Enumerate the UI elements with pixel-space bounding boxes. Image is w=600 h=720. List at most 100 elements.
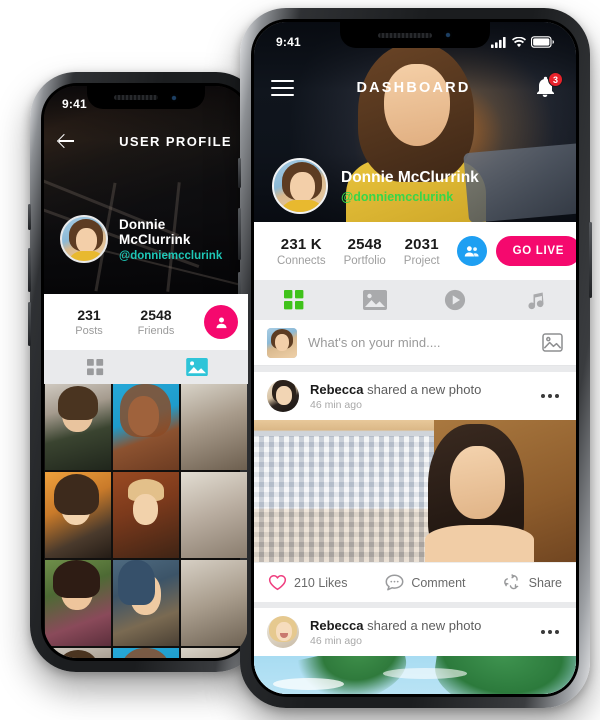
gallery-photo[interactable] <box>45 560 111 646</box>
gallery-photo[interactable] <box>181 648 247 658</box>
stat-project[interactable]: 2031 Project <box>395 236 449 267</box>
left-stat-posts[interactable]: 231 Posts <box>58 307 120 337</box>
earpiece-speaker <box>114 95 158 100</box>
people-icon <box>464 245 479 256</box>
play-icon <box>445 289 466 311</box>
left-page-title: USER PROFILE <box>119 133 232 149</box>
left-status-time: 9:41 <box>62 97 87 111</box>
gallery-photo[interactable] <box>113 472 179 558</box>
right-profile-avatar[interactable] <box>272 158 328 214</box>
post-image[interactable] <box>254 656 576 694</box>
post-author-line: Rebecca shared a new photo <box>310 618 526 633</box>
right-phone-silent-switch[interactable] <box>238 158 241 188</box>
right-nav-bar: DASHBOARD 3 <box>254 68 576 108</box>
image-attach-icon[interactable] <box>542 333 563 352</box>
hamburger-menu-icon[interactable] <box>271 76 294 101</box>
post-header: Rebecca shared a new photo 46 min ago <box>254 608 576 656</box>
post-author-avatar[interactable] <box>267 380 299 412</box>
left-profile-header: Donnie McClurrink @donniemcclurink <box>44 198 248 280</box>
stat-connects-value: 231 K <box>280 235 322 253</box>
gallery-photo[interactable] <box>181 384 247 470</box>
left-phone-notch <box>87 86 205 109</box>
left-nav-bar: USER PROFILE <box>44 124 248 158</box>
right-phone-screen: 9:41 DASHBOARD 3 Donnie McClurrink @donn… <box>254 22 576 694</box>
left-stats-bar: 231 Posts 2548 Friends <box>44 294 248 350</box>
stat-project-label: Project <box>403 254 440 267</box>
avatar-photo <box>62 217 106 261</box>
post-author-line: Rebecca shared a new photo <box>310 382 526 397</box>
left-profile-avatar[interactable] <box>60 215 108 263</box>
comment-label: Comment <box>411 575 466 590</box>
person-icon <box>216 317 226 328</box>
left-tab-photos[interactable] <box>146 358 248 376</box>
right-phone-power-button[interactable] <box>589 222 592 298</box>
stat-connects[interactable]: 231 K Connects <box>268 236 335 267</box>
stat-project-value: 2031 <box>404 235 439 253</box>
more-options-icon[interactable] <box>537 626 563 638</box>
heart-icon <box>268 574 287 591</box>
right-profile-header: Donnie McClurrink @donniemcclurink <box>254 150 576 222</box>
tab-grid[interactable] <box>254 290 335 310</box>
image-icon <box>362 290 387 310</box>
post-author-name: Rebecca <box>310 381 364 397</box>
gallery-photo[interactable] <box>45 472 111 558</box>
back-arrow-icon[interactable] <box>58 132 76 150</box>
right-phone-device: 9:41 DASHBOARD 3 Donnie McClurrink @donn… <box>238 8 592 708</box>
connections-button[interactable] <box>456 236 487 266</box>
stat-portfolio-label: Portfolio <box>343 254 386 267</box>
post-author-avatar[interactable] <box>267 616 299 648</box>
left-photo-gallery <box>44 384 248 658</box>
left-tab-grid[interactable] <box>44 358 146 376</box>
tab-music[interactable] <box>496 290 577 310</box>
left-stat-friends-value: 2548 <box>140 307 172 323</box>
tab-videos[interactable] <box>415 289 496 311</box>
gallery-photo[interactable] <box>113 384 179 470</box>
feed-post: Rebecca shared a new photo 46 min ago <box>254 372 576 602</box>
image-icon <box>186 358 208 376</box>
notifications-button[interactable]: 3 <box>533 72 563 101</box>
left-phone-volume-up[interactable] <box>28 248 31 292</box>
battery-icon <box>531 36 554 48</box>
right-tab-bar <box>254 280 576 320</box>
front-camera <box>170 93 178 102</box>
feed-container[interactable]: What's on your mind.... Rebecca shared a… <box>254 320 576 694</box>
left-stat-friends[interactable]: 2548 Friends <box>120 307 192 337</box>
post-action-text: shared a new photo <box>367 381 482 397</box>
music-icon <box>528 292 544 310</box>
right-profile-name: Donnie McClurrink <box>341 168 479 186</box>
post-composer[interactable]: What's on your mind.... <box>254 320 576 366</box>
left-profile-name: Donnie McClurrink <box>119 216 191 247</box>
go-live-button[interactable]: GO LIVE <box>495 236 576 266</box>
like-count-label: 210 Likes <box>294 575 348 590</box>
gallery-photo[interactable] <box>45 648 111 658</box>
signal-icon <box>491 36 506 48</box>
gallery-photo[interactable] <box>113 560 179 646</box>
gallery-photo[interactable] <box>181 472 247 558</box>
left-tab-bar <box>44 350 248 384</box>
more-options-icon[interactable] <box>537 390 563 402</box>
stat-portfolio[interactable]: 2548 Portfolio <box>335 236 395 267</box>
post-image[interactable] <box>254 420 576 562</box>
left-phone-silent-switch[interactable] <box>28 204 31 230</box>
left-phone-screen: 9:41 USER PROFILE Donnie McClurrink @don… <box>44 86 248 658</box>
gallery-photo[interactable] <box>181 560 247 646</box>
add-friend-button[interactable] <box>204 305 238 339</box>
comment-button[interactable]: Comment <box>385 574 502 591</box>
tab-photos[interactable] <box>335 290 416 310</box>
grid-icon <box>284 290 304 310</box>
wifi-icon <box>512 36 526 47</box>
gallery-photo[interactable] <box>45 384 111 470</box>
post-timestamp: 46 min ago <box>310 634 362 647</box>
left-phone-volume-down[interactable] <box>28 302 31 346</box>
share-icon <box>503 574 518 590</box>
right-profile-handle: @donniemcclurink <box>341 189 454 204</box>
avatar-photo <box>274 160 326 212</box>
like-button[interactable]: 210 Likes <box>268 574 385 591</box>
post-header: Rebecca shared a new photo 46 min ago <box>254 372 576 420</box>
front-camera <box>444 31 452 39</box>
share-button[interactable]: Share <box>503 574 562 591</box>
share-label: Share <box>528 575 563 590</box>
post-action-text: shared a new photo <box>367 617 482 633</box>
gallery-photo[interactable] <box>113 648 179 658</box>
stat-portfolio-value: 2548 <box>347 235 382 253</box>
